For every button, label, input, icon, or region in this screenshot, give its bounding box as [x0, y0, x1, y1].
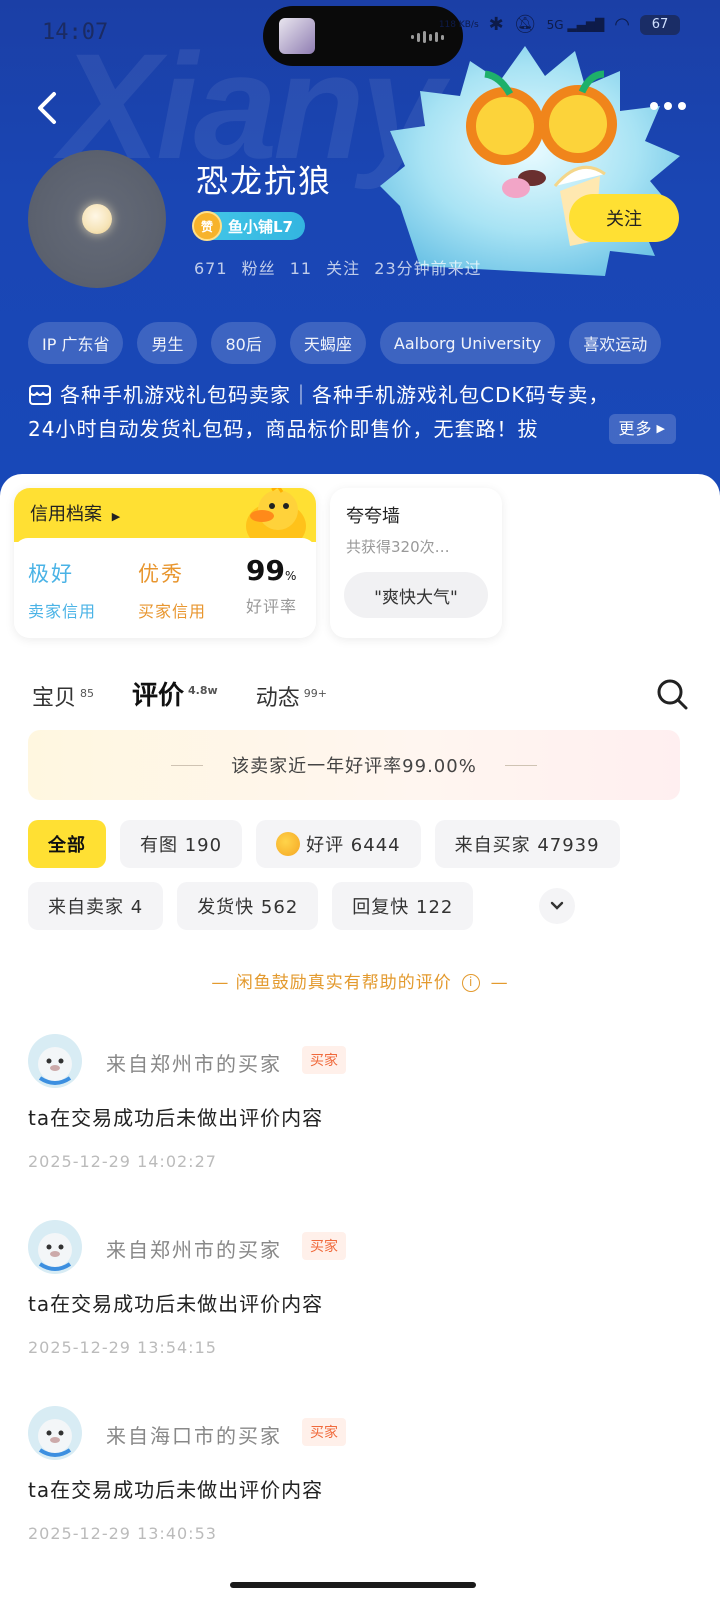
- tag-school: Aalborg University: [379, 322, 556, 364]
- buyer-credit-value: 优秀: [138, 562, 184, 586]
- review-content: ta在交易成功后未做出评价内容: [28, 1478, 324, 1502]
- tag-ip: IP 广东省: [28, 322, 124, 364]
- island-music-artwork: [279, 18, 315, 54]
- net-speed: 118 KB/s: [438, 19, 479, 30]
- credit-title: 信用档案 ▶: [30, 504, 121, 525]
- bio-more-label: 更多: [618, 419, 653, 438]
- positive-rate-label: 好评率: [246, 597, 298, 616]
- review-item: 来自郑州市的买家 买家 ta在交易成功后未做出评价内容 2025-12-29 1…: [28, 1034, 680, 1204]
- reviewer-role-tag: 买家: [302, 1418, 346, 1446]
- filter-with-image[interactable]: 有图 190: [120, 820, 243, 868]
- search-icon[interactable]: [656, 678, 688, 710]
- back-chevron-left-icon[interactable]: [30, 88, 64, 128]
- filter-positive[interactable]: 好评 6444: [256, 820, 421, 868]
- buyer-credit: 优秀 买家信用: [138, 558, 206, 622]
- praise-pill: "爽快大气": [344, 572, 488, 618]
- bluetooth-icon: ✱: [488, 14, 504, 35]
- tab-reviews[interactable]: 评价 4.8w: [132, 675, 218, 712]
- content-tabs: 宝贝 85 评价 4.8w 动态 99+: [32, 672, 365, 712]
- review-time: 2025-12-29 14:02:27: [28, 1152, 217, 1171]
- bio-more-button[interactable]: 更多 ▶: [608, 414, 676, 444]
- positive-rate: 99% 好评率: [246, 554, 297, 617]
- home-indicator[interactable]: [230, 1582, 476, 1588]
- status-bar: 14:07 118 KB/s ✱ 🔕︎ 5G ▂▄▆█ ◠ 67: [0, 0, 720, 66]
- buyer-credit-label: 买家信用: [138, 602, 207, 621]
- bio-line-1: 各种手机游戏礼包码卖家｜各种手机游戏礼包CDK码专卖，: [60, 383, 610, 407]
- main-content: 信用档案 ▶ 极好 卖家信用 优秀 买家信用 99% 好评率 夸夸墙 共获得32…: [0, 474, 720, 1600]
- filter-fast-reply[interactable]: 回复快 122: [332, 882, 474, 930]
- wifi-icon: ◠: [614, 14, 630, 35]
- seller-credit-label: 卖家信用: [28, 602, 97, 621]
- reviewer-role-tag: 买家: [302, 1232, 346, 1260]
- reviewer-avatar[interactable]: [28, 1034, 82, 1088]
- review-content: ta在交易成功后未做出评价内容: [28, 1106, 324, 1130]
- status-time: 14:07: [42, 20, 109, 45]
- encourage-text: 闲鱼鼓励真实有帮助的评价: [235, 973, 452, 993]
- review-item: 来自海口市的买家 买家 ta在交易成功后未做出评价内容 2025-12-29 1…: [28, 1406, 680, 1576]
- bio-line-2: 24小时自动发货礼包码，商品标价即售价，无套路！拔: [28, 417, 539, 441]
- tab-items[interactable]: 宝贝 85: [32, 680, 94, 712]
- more-dots-icon[interactable]: [650, 96, 690, 116]
- positive-rate-unit: %: [284, 569, 297, 583]
- filter-from-buyer[interactable]: 来自买家 47939: [434, 820, 620, 868]
- profile-name: 恐龙抗狼: [196, 162, 333, 200]
- profile-header: Xiany 14:07 118 KB/s ✱ 🔕︎ 5G ▂▄▆█ ◠ 67 恐…: [0, 0, 720, 500]
- profile-stats: 671 粉丝 11 关注 23分钟前来过: [194, 255, 482, 279]
- encourage-dash-right: —: [490, 973, 509, 993]
- praise-wall-title: 夸夸墙: [346, 506, 400, 527]
- tab-moments[interactable]: 动态 99+: [256, 680, 327, 712]
- battery-indicator: 67: [640, 14, 680, 35]
- smile-emoji-icon: [276, 832, 301, 856]
- reviewer-avatar[interactable]: [28, 1220, 82, 1274]
- reviewer-name: 来自郑州市的买家: [106, 1238, 282, 1262]
- filter-from-seller[interactable]: 来自卖家 4: [28, 882, 164, 930]
- shop-level-badge[interactable]: 赞 鱼小铺L7: [192, 211, 305, 241]
- profile-tags: IP 广东省 男生 80后 天蝎座 Aalborg University 喜欢运…: [28, 322, 662, 364]
- yearly-rate-text: 该卖家近一年好评率99.00%: [231, 756, 477, 777]
- signal-icon: 5G ▂▄▆█: [546, 17, 605, 32]
- seller-credit-value: 极好: [28, 562, 74, 586]
- tag-gender: 男生: [137, 322, 198, 364]
- reviewer-role-tag: 买家: [302, 1046, 346, 1074]
- shop-level-label: 鱼小铺L7: [228, 217, 293, 236]
- tag-hobby: 喜欢运动: [569, 322, 662, 364]
- fans-count[interactable]: 671 粉丝: [194, 259, 276, 278]
- chevron-down-icon[interactable]: [539, 888, 576, 924]
- review-time: 2025-12-29 13:54:15: [28, 1338, 217, 1357]
- filter-all[interactable]: 全部: [28, 820, 106, 868]
- tag-age: 80后: [211, 322, 276, 364]
- credit-profile-card[interactable]: 信用档案 ▶ 极好 卖家信用 优秀 买家信用 99% 好评率: [14, 488, 316, 638]
- praise-wall-card[interactable]: 夸夸墙 共获得320次… "爽快大气": [330, 488, 502, 638]
- status-indicators: 118 KB/s ✱ 🔕︎ 5G ▂▄▆█ ◠ 67: [439, 14, 680, 35]
- profile-avatar[interactable]: [28, 150, 166, 288]
- mute-bell-icon: 🔕︎: [513, 14, 537, 35]
- review-time: 2025-12-29 13:40:53: [28, 1524, 217, 1543]
- info-icon[interactable]: i: [462, 974, 481, 992]
- praise-wall-subtitle: 共获得320次…: [346, 538, 450, 556]
- following-count[interactable]: 11 关注: [290, 259, 360, 278]
- review-filters: 全部 有图 190 好评 6444 来自买家 47939 来自卖家 4 发货快 …: [28, 820, 680, 944]
- encourage-dash-left: —: [211, 973, 230, 993]
- signal-label: 5G: [546, 17, 564, 32]
- yearly-rate-banner: 该卖家近一年好评率99.00%: [28, 730, 680, 800]
- reviewer-name: 来自海口市的买家: [106, 1424, 282, 1448]
- seller-credit: 极好 卖家信用: [28, 558, 96, 622]
- reviewer-avatar[interactable]: [28, 1406, 82, 1460]
- profile-bio: 各种手机游戏礼包码卖家｜各种手机游戏礼包CDK码专卖， 24小时自动发货礼包码，…: [28, 378, 678, 446]
- review-item: 来自郑州市的买家 买家 ta在交易成功后未做出评价内容 2025-12-29 1…: [28, 1220, 680, 1390]
- triangle-right-icon: ▶: [111, 510, 121, 523]
- last-seen: 23分钟前来过: [374, 259, 482, 278]
- dynamic-island[interactable]: [263, 6, 463, 66]
- review-encourage-note: — 闲鱼鼓励真实有帮助的评价 i —: [0, 968, 720, 993]
- follow-button[interactable]: 关注: [569, 194, 679, 242]
- filter-fast-shipping[interactable]: 发货快 562: [177, 882, 319, 930]
- praise-badge-icon: 赞: [192, 211, 222, 241]
- triangle-right-icon: ▶: [656, 422, 666, 435]
- reviewer-name: 来自郑州市的买家: [106, 1052, 282, 1076]
- review-content: ta在交易成功后未做出评价内容: [28, 1292, 324, 1316]
- shop-icon: [29, 385, 51, 405]
- positive-rate-value: 99: [246, 554, 285, 587]
- tag-zodiac: 天蝎座: [289, 322, 366, 364]
